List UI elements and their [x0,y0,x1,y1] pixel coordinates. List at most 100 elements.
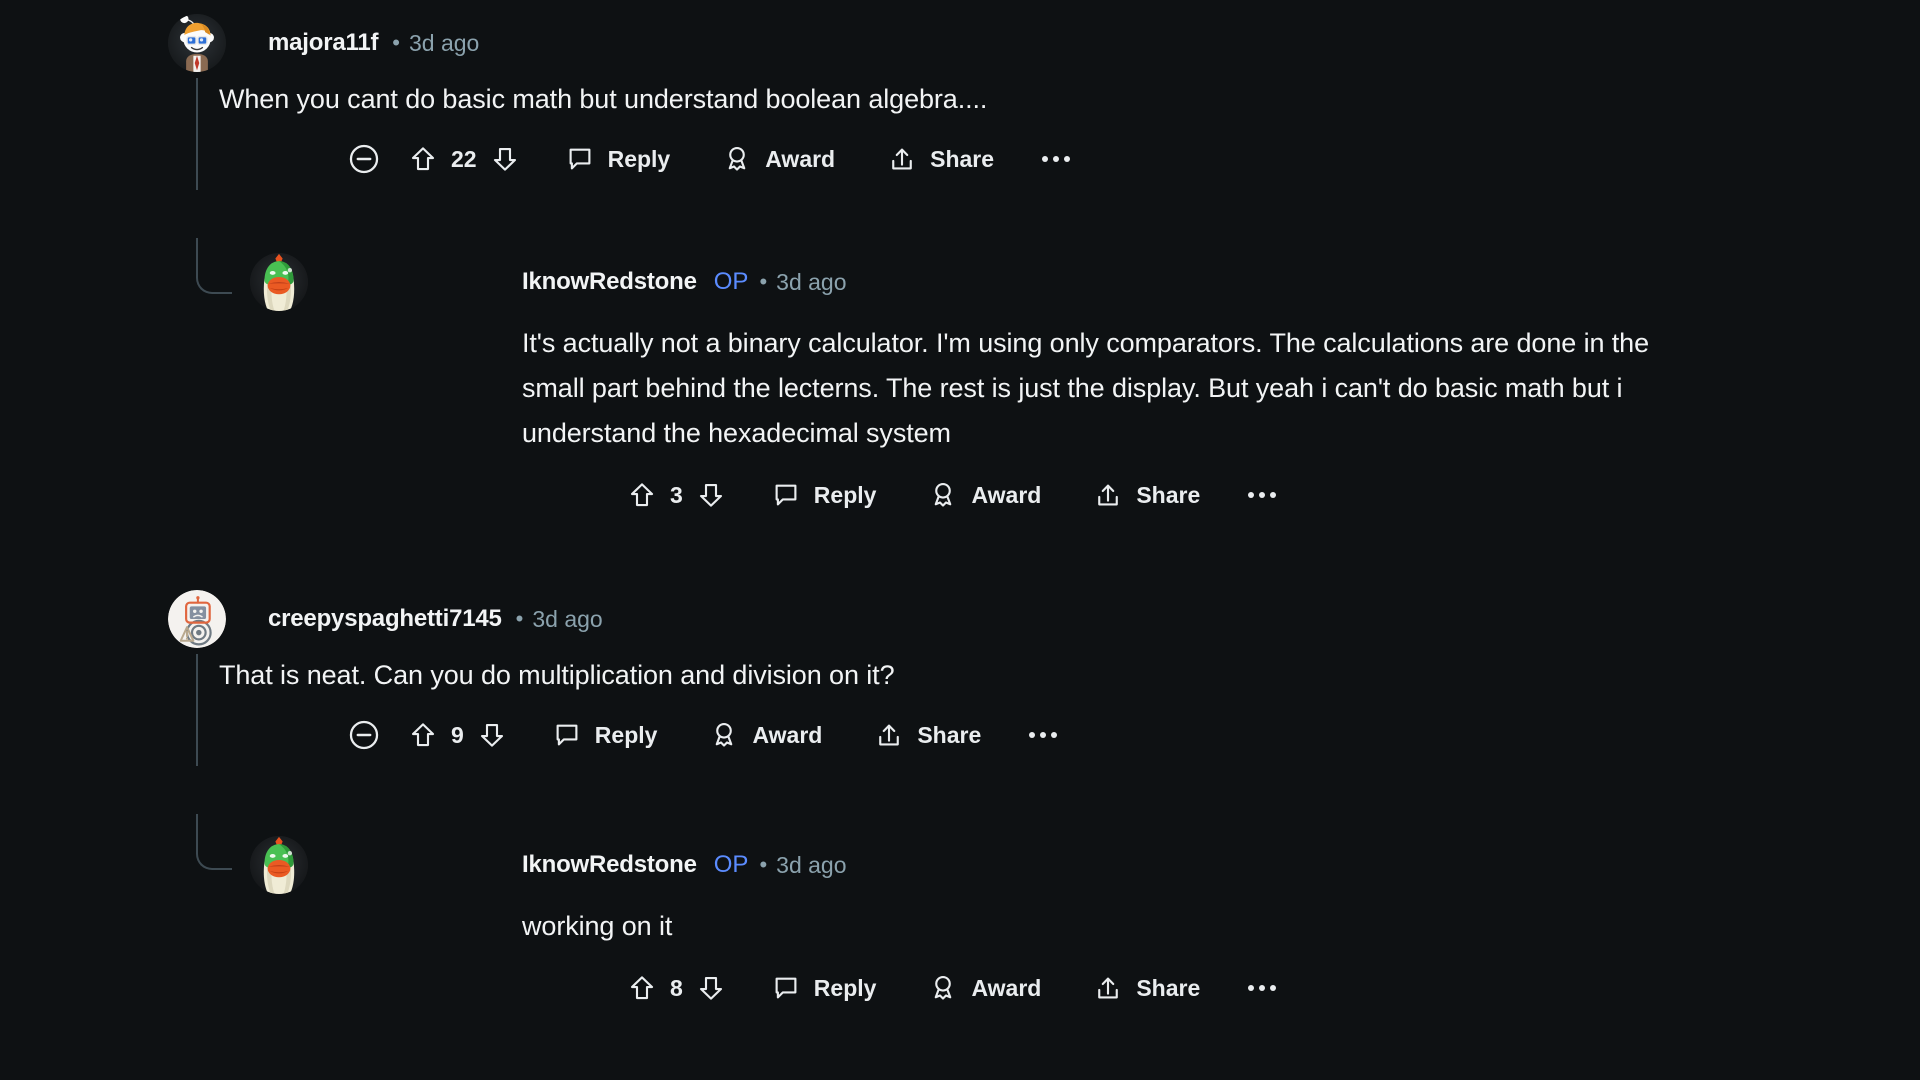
award-button[interactable]: Award [710,136,847,182]
comment-author[interactable]: IknowRedstone [522,851,697,879]
collapse-icon [349,144,379,174]
share-button[interactable]: Share [1081,965,1212,1011]
dot [1040,732,1047,738]
downvote-button[interactable] [470,713,514,757]
op-badge: OP [713,268,749,295]
dot [1259,492,1266,498]
collapse-comment-button[interactable] [341,712,387,758]
comment-actions: 9 Reply Award Share [168,704,1920,766]
comment-body: When you cant do basic math but understa… [219,84,988,114]
thread-line [196,654,198,766]
comment-timestamp: 3d ago [408,29,480,56]
share-label: Share [1136,974,1201,1001]
comment-body: That is neat. Can you do multiplication … [219,660,895,690]
award-label: Award [971,974,1042,1001]
share-label: Share [930,145,995,172]
vote-group: 9 [401,713,514,757]
upvote-button[interactable] [401,713,445,757]
dot [1064,156,1071,162]
separator-dot: • [759,269,768,294]
avatar-image-majora11f [168,14,226,72]
award-label: Award [752,721,823,748]
vote-group: 3 [620,473,733,517]
upvote-arrow-icon [411,147,435,171]
comment-header: majora11f • 3d ago [168,14,1920,72]
share-icon [1093,973,1123,1003]
comment-timestamp: 3d ago [776,851,847,878]
more-options-button[interactable] [1240,966,1284,1010]
comment-header: IknowRedstone OP • 3d ago [340,253,1920,311]
dot [1248,985,1255,991]
upvote-button[interactable] [620,473,664,517]
separator-dot: • [515,606,524,631]
comment-header: IknowRedstone OP • 3d ago [340,836,1920,894]
dot [1259,985,1266,991]
reply-button[interactable]: Reply [759,965,889,1011]
separator-dot: • [759,852,768,877]
downvote-arrow-icon [480,723,503,747]
collapse-comment-button[interactable] [341,136,387,182]
comment-c2: creepyspaghetti7145 • 3d ago That is nea… [0,590,1920,870]
dot [1051,732,1058,738]
comment-author[interactable]: creepyspaghetti7145 [268,605,502,633]
comment-timestamp: 3d ago [776,268,847,295]
dot [1042,156,1049,162]
share-label: Share [917,721,982,748]
avatar[interactable] [168,590,226,648]
award-medal-icon [709,720,739,750]
more-options-button[interactable] [1034,137,1078,181]
downvote-button[interactable] [689,473,733,517]
dot [1053,156,1060,162]
avatar-image-iknowredstone [250,836,308,894]
comment-score: 8 [670,974,683,1001]
comment-c2r1: IknowRedstone OP • 3d ago working on it … [0,836,1920,1019]
reply-button[interactable]: Reply [553,136,683,182]
upvote-arrow-icon [630,976,654,1000]
downvote-arrow-icon [493,147,516,171]
share-button[interactable]: Share [1081,472,1212,518]
avatar[interactable] [250,253,308,311]
comment-score: 9 [451,721,464,748]
avatar-image-creepyspaghetti7145 [168,590,226,648]
comment-author[interactable]: majora11f [268,29,378,57]
comment-c1r1: IknowRedstone OP • 3d ago It's actually … [0,253,1920,526]
downvote-button[interactable] [483,137,527,181]
award-button[interactable]: Award [916,965,1053,1011]
comment-header: creepyspaghetti7145 • 3d ago [168,590,1920,648]
share-button[interactable]: Share [862,712,993,758]
comment-c1: majora11f • 3d ago When you cant do basi… [0,14,1920,294]
separator-dot: • [392,30,400,55]
award-medal-icon [722,144,752,174]
upvote-arrow-icon [411,723,435,747]
upvote-button[interactable] [401,137,445,181]
op-badge: OP [713,851,749,878]
comment-body: working on it [522,911,673,941]
comment-bubble-icon [552,720,582,750]
vote-group: 8 [620,966,733,1010]
comment-actions: 3 Reply Award Share [340,464,1920,526]
reply-label: Reply [813,481,877,508]
share-icon [874,720,904,750]
upvote-button[interactable] [620,966,664,1010]
avatar[interactable] [250,836,308,894]
award-label: Award [971,481,1042,508]
comment-body: It's actually not a binary calculator. I… [522,328,1650,448]
reply-label: Reply [813,974,877,1001]
award-medal-icon [928,480,958,510]
upvote-arrow-icon [630,483,654,507]
share-label: Share [1136,481,1201,508]
award-medal-icon [928,973,958,1003]
comment-author[interactable]: IknowRedstone [522,268,697,296]
comment-actions: 8 Reply Award Share [340,957,1920,1019]
share-icon [887,144,917,174]
reply-button[interactable]: Reply [540,712,670,758]
downvote-button[interactable] [689,966,733,1010]
more-options-button[interactable] [1021,713,1065,757]
avatar[interactable] [168,14,226,72]
award-button[interactable]: Award [697,712,834,758]
share-icon [1093,480,1123,510]
reply-button[interactable]: Reply [759,472,889,518]
award-button[interactable]: Award [916,472,1053,518]
more-options-button[interactable] [1240,473,1284,517]
share-button[interactable]: Share [875,136,1006,182]
